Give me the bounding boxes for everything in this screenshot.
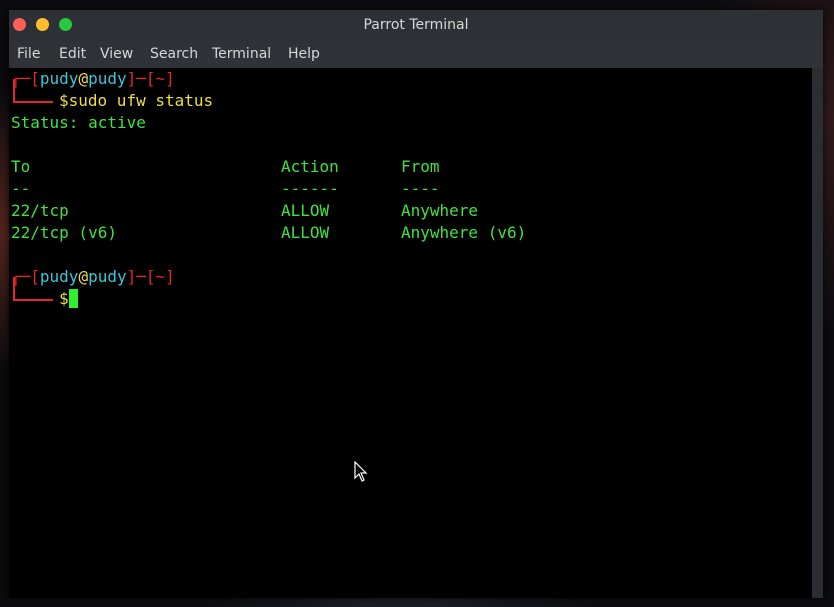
terminal-output-area[interactable]: ┌─[pudy@pudy]─[~] $sudo ufw status Statu…: [9, 68, 812, 598]
title-bar[interactable]: Parrot Terminal: [9, 10, 823, 41]
prompt-at-2: @: [78, 267, 89, 286]
input-line[interactable]: $: [59, 288, 78, 310]
prompt-dir-2: ~: [155, 267, 166, 286]
rule-2-to: 22/tcp (v6): [11, 223, 117, 242]
rule-1-from: Anywhere: [401, 201, 479, 220]
menu-help[interactable]: Help: [288, 46, 320, 62]
prompt-line-2: ┌─[pudy@pudy]─[~]: [11, 267, 175, 286]
status-line: Status: active: [11, 113, 146, 132]
command-text: sudo ufw status: [68, 91, 214, 110]
prompt-host-2: pudy: [88, 267, 127, 286]
menu-view[interactable]: View: [100, 46, 133, 62]
rule-1-action: ALLOW: [281, 201, 330, 220]
header-action: Action: [281, 157, 339, 176]
menu-file[interactable]: File: [17, 46, 40, 62]
terminal-window: Parrot Terminal File Edit View Search Te…: [9, 10, 823, 598]
prompt-user: pudy: [39, 69, 79, 88]
prompt-dollar-2: $: [59, 289, 69, 308]
prompt-line-1: ┌─[pudy@pudy]─[~]: [11, 69, 175, 88]
menu-search[interactable]: Search: [150, 46, 198, 62]
menu-bar: File Edit View Search Terminal Help: [9, 41, 823, 68]
rule-1-to: 22/tcp: [11, 201, 69, 220]
text-cursor: [68, 289, 78, 308]
rule-2-from: Anywhere (v6): [401, 223, 527, 242]
window-title: Parrot Terminal: [363, 17, 469, 33]
menu-edit[interactable]: Edit: [59, 46, 86, 62]
prompt-user-2: pudy: [39, 267, 79, 286]
divider-to: --: [11, 179, 31, 198]
prompt-at: @: [78, 69, 89, 88]
divider-from: ----: [401, 179, 440, 198]
scrollbar[interactable]: [812, 68, 823, 598]
header-from: From: [401, 157, 440, 176]
prompt-host: pudy: [88, 69, 127, 88]
rule-2-action: ALLOW: [281, 223, 330, 242]
prompt-dollar: $: [59, 91, 69, 110]
header-to: To: [11, 157, 31, 176]
prompt-dir: ~: [155, 69, 166, 88]
command-line: $sudo ufw status: [59, 90, 213, 112]
divider-action: ------: [281, 179, 339, 198]
menu-terminal[interactable]: Terminal: [212, 46, 271, 62]
mouse-pointer-icon: [354, 461, 368, 482]
